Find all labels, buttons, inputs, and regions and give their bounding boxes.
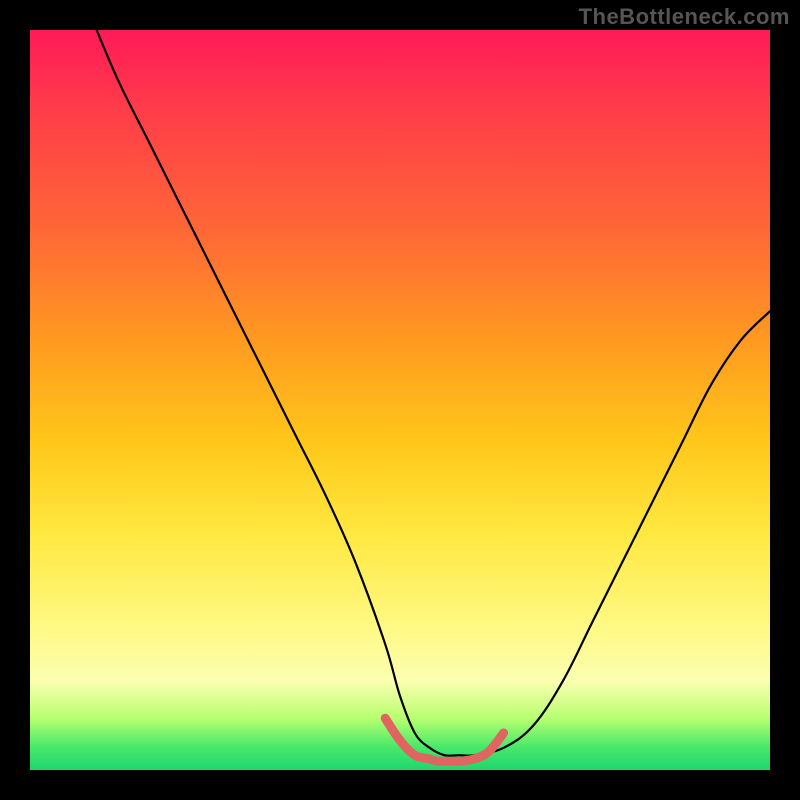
watermark-text: TheBottleneck.com (579, 4, 790, 30)
bottleneck-curve-path (97, 30, 770, 756)
chart-stage: TheBottleneck.com (0, 0, 800, 800)
curves-svg (30, 30, 770, 770)
plot-area (30, 30, 770, 770)
